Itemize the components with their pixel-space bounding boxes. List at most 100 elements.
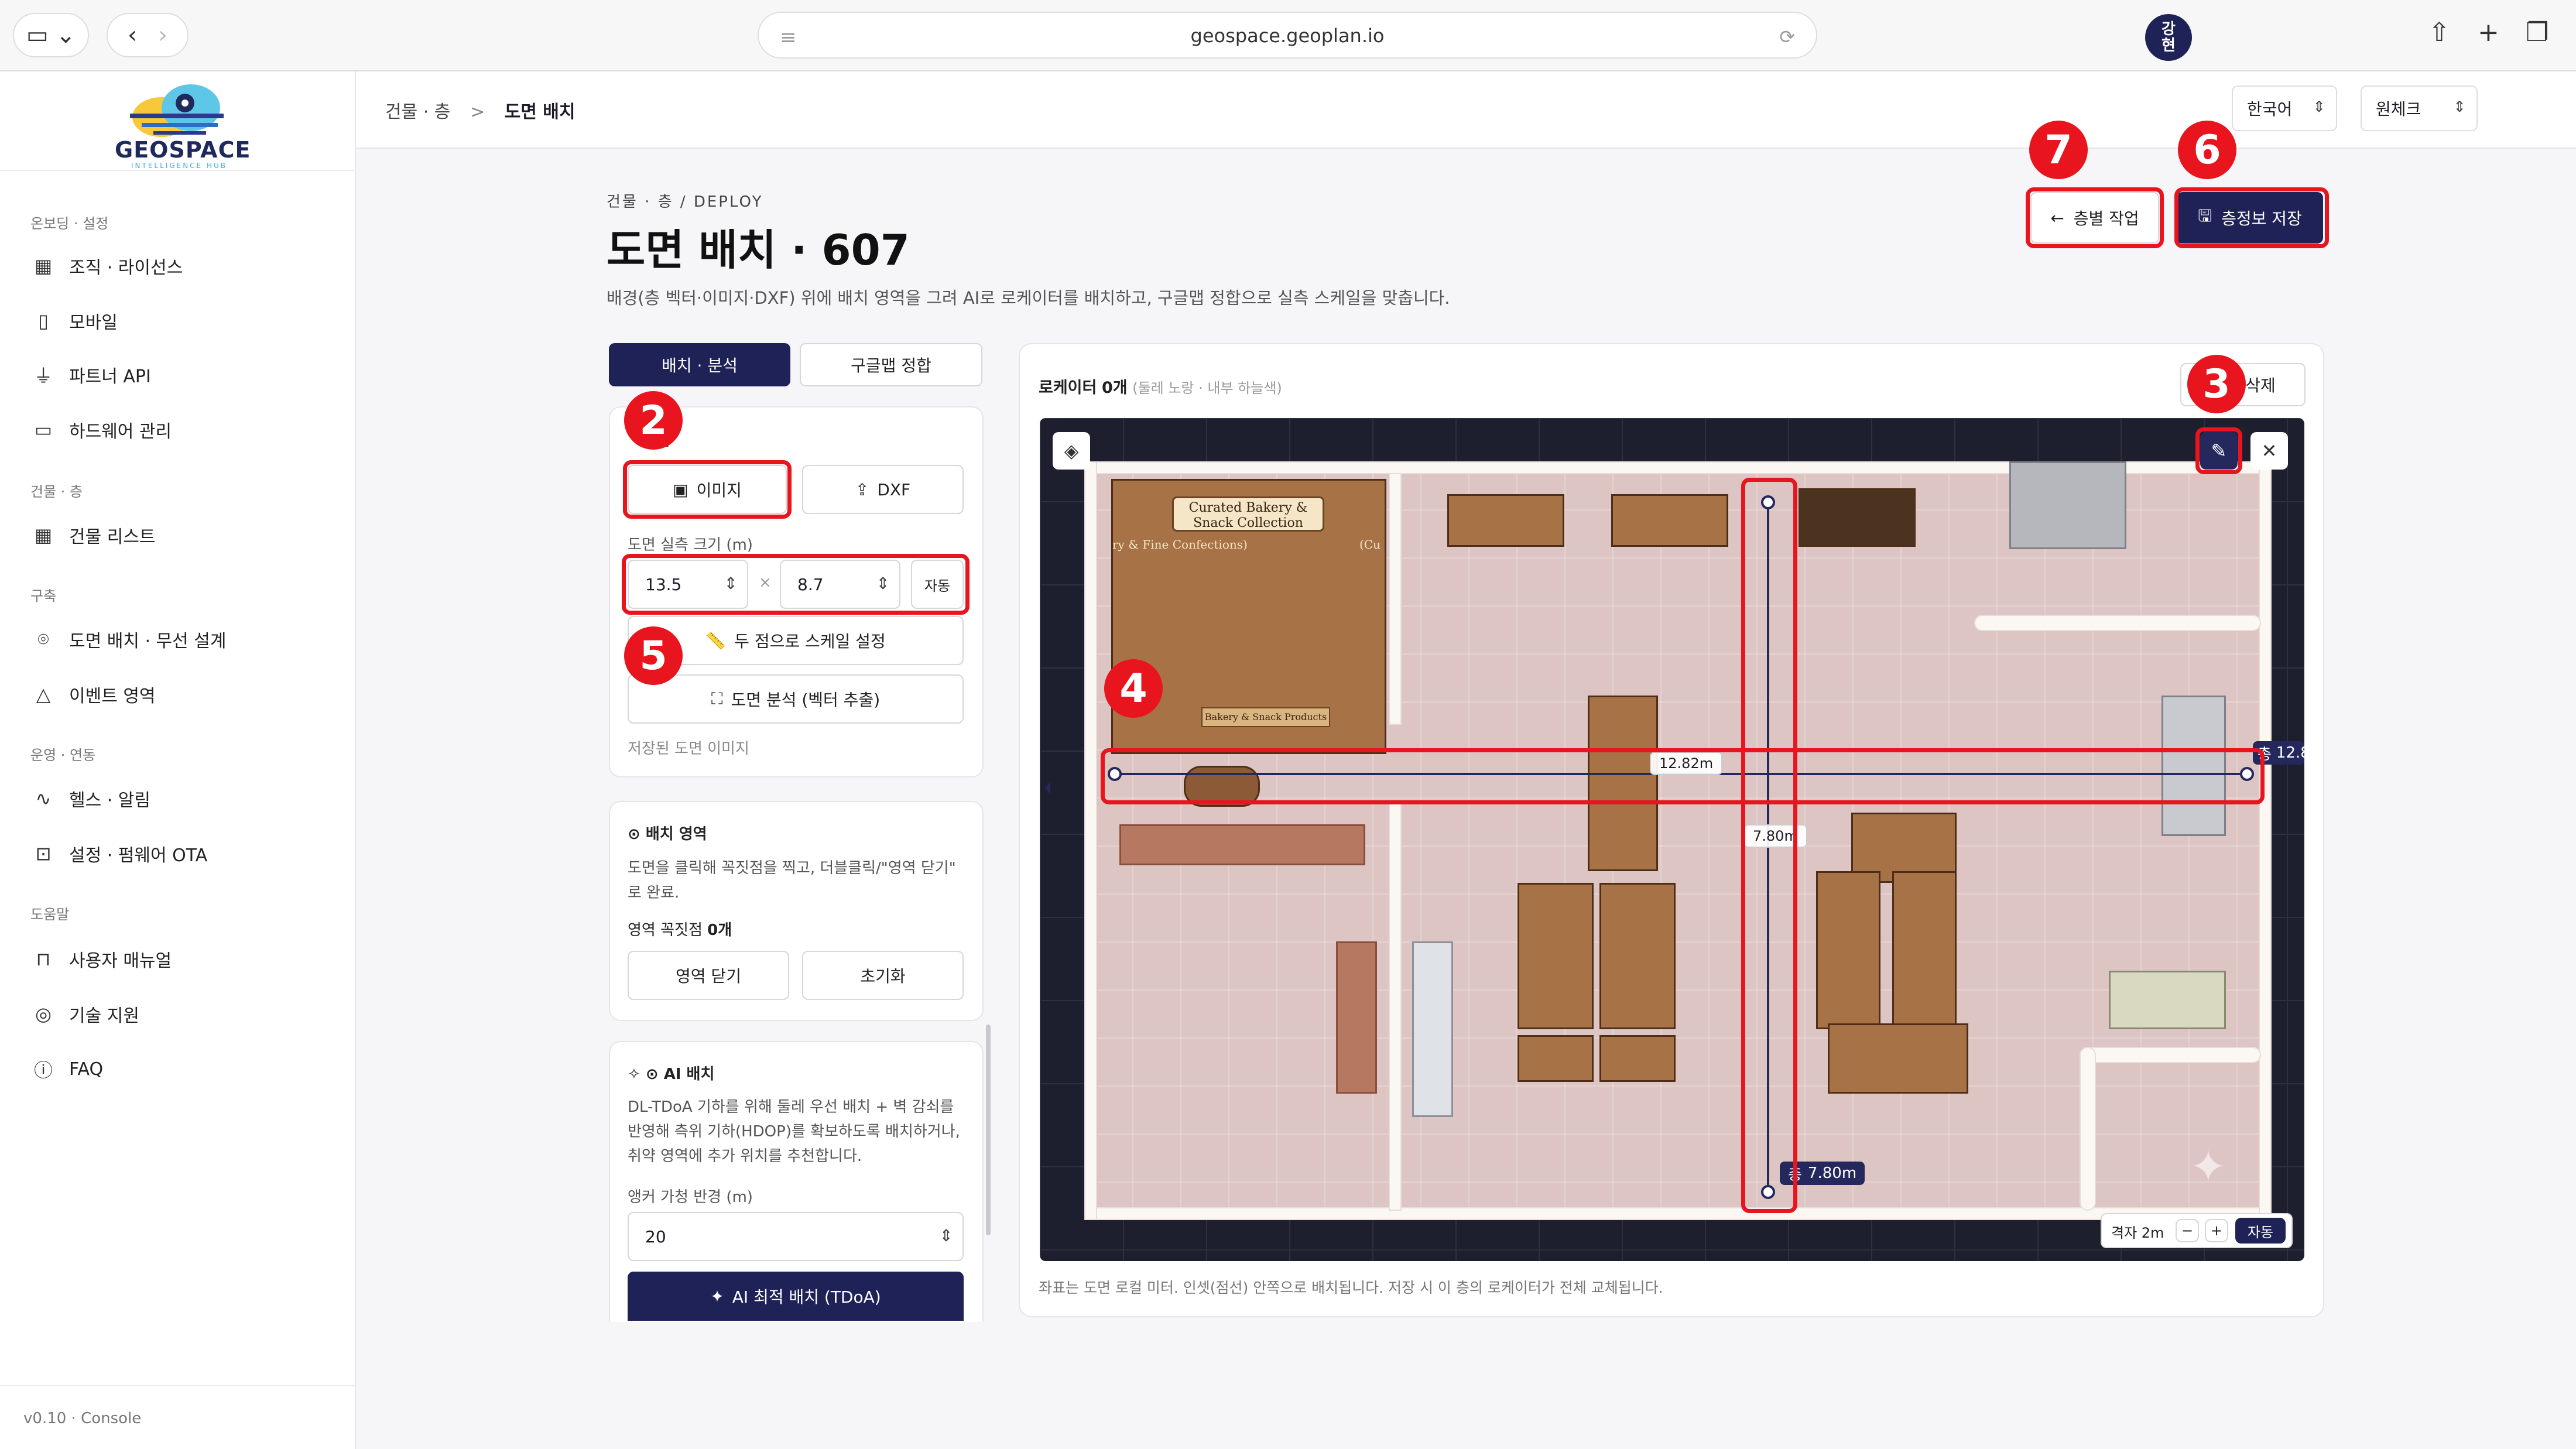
magic-wand-icon: ✦ xyxy=(710,1286,724,1306)
zoom-out-button[interactable]: − xyxy=(2176,1219,2199,1242)
share-icon[interactable]: ⇧ xyxy=(2428,18,2450,47)
annotation-7: 7 xyxy=(2029,121,2088,179)
forward-arrow-icon[interactable]: › xyxy=(158,22,167,49)
map-footer-note: 좌표는 도면 로컬 미터. 인셋(점선) 안쪽으로 배치됩니다. 저장 시 이 … xyxy=(1039,1279,1663,1296)
wall-inner-1 xyxy=(1389,473,1402,725)
breadcrumb: 건물 · 층 > 도면 배치 xyxy=(385,97,576,123)
wall-inner-2 xyxy=(1389,801,1402,1211)
dxf-button-label: DXF xyxy=(877,479,911,499)
locator-count: 0개 xyxy=(1101,379,1128,397)
panel-scrollbar[interactable] xyxy=(986,1025,991,1235)
saved-image-note: 저장된 도면 이미지 xyxy=(628,740,749,758)
sidebar-item-support[interactable]: ◎ 기술 지원 xyxy=(30,996,139,1032)
sidebar-item-firmware[interactable]: ⊡ 설정 · 펌웨어 OTA xyxy=(30,836,208,871)
section-deploy: 구축 xyxy=(30,588,57,604)
auto-zoom-label: 자동 xyxy=(2247,1224,2274,1241)
tab-google-map[interactable]: 구글맵 정합 xyxy=(800,343,982,386)
close-area-label: 영역 닫기 xyxy=(676,967,741,986)
building-icon: ▦ xyxy=(34,255,53,277)
sidebar-item-faq[interactable]: ⓘ FAQ xyxy=(30,1051,103,1087)
sidebar-item-hardware[interactable]: ▭ 하드웨어 관리 xyxy=(30,412,172,447)
highlight-ruler-tool xyxy=(2195,427,2242,474)
breadcrumb-current: 도면 배치 xyxy=(504,102,576,122)
sidebar-item-label: 하드웨어 관리 xyxy=(69,422,172,442)
upload-icon: ⇪ xyxy=(855,479,869,499)
shelf-2 xyxy=(1611,494,1728,547)
auto-zoom-button[interactable]: 자동 xyxy=(2235,1218,2286,1244)
wall-counter-2 xyxy=(2080,1047,2261,1063)
annotation-4: 4 xyxy=(1104,659,1163,718)
lifebuoy-icon: ◎ xyxy=(35,1003,52,1025)
radius-input[interactable]: 20 ⇕ xyxy=(628,1212,964,1261)
sparkle-icon: ✧ ⊙ xyxy=(628,1066,664,1083)
screen-stand xyxy=(2109,971,2226,1029)
zoom-in-button[interactable]: + xyxy=(2205,1219,2228,1242)
annotation-2: 2 xyxy=(624,391,683,450)
tab-deploy-analyze[interactable]: 배치 · 분석 xyxy=(609,343,790,386)
language-select[interactable]: 한국어 ⇕ xyxy=(2232,85,2337,131)
stepper-icon[interactable]: ⇕ xyxy=(940,1226,953,1245)
layers-button[interactable]: ◈ xyxy=(1053,432,1090,470)
shelf-10 xyxy=(1816,871,1880,1029)
sidebar-item-building-list[interactable]: ▦ 건물 리스트 xyxy=(30,518,156,553)
tab-label: 배치 · 분석 xyxy=(662,356,738,375)
url-text: geospace.geoplan.io xyxy=(1190,25,1385,47)
logo[interactable]: GEOSPACE INTELLIGENCE HUB xyxy=(115,76,250,170)
vertex-value: 0개 xyxy=(707,922,732,939)
sidebar-item-org[interactable]: ▦ 조직 · 라이선스 xyxy=(30,248,183,283)
sidebar-item-label: 건물 리스트 xyxy=(69,527,156,547)
radius-label: 앵커 가청 반경 (m) xyxy=(628,1188,753,1206)
new-tab-icon[interactable]: + xyxy=(2478,18,2499,47)
breadcrumb-separator: > xyxy=(470,102,485,122)
ai-run-label: AI 최적 배치 (TDoA) xyxy=(732,1287,881,1307)
plug-icon: ⏚ xyxy=(33,365,53,387)
radius-value: 20 xyxy=(645,1227,666,1246)
book-icon: ⊓ xyxy=(36,948,51,970)
version-label: v0.10 · Console xyxy=(23,1410,142,1427)
nav-buttons[interactable]: ‹ › xyxy=(107,13,189,57)
sidebar-item-event-area[interactable]: △ 이벤트 영역 xyxy=(30,677,156,712)
page-title: 도면 배치 · 607 xyxy=(607,225,910,275)
wall-right xyxy=(2259,461,2272,1220)
sidebar-toggle-button[interactable]: ▭ ⌄ xyxy=(13,13,89,57)
avatar[interactable]: 강 현 xyxy=(2145,14,2192,61)
floor-plan-image[interactable]: Curated Bakery & Snack Collection ry & F… xyxy=(1084,461,2272,1220)
upload-dxf-button[interactable]: ⇪ DXF xyxy=(802,465,964,514)
hardware-icon: ▭ xyxy=(34,419,53,441)
wall-left xyxy=(1084,461,1097,1220)
analyze-floor-button[interactable]: ⛶ 도면 분석 (벡터 추출) xyxy=(628,674,964,724)
layers-icon: ◈ xyxy=(1064,440,1079,462)
sidebar-item-label: 기술 지원 xyxy=(69,1006,139,1026)
building-list-icon: ▦ xyxy=(34,524,53,546)
sidebar-item-manual[interactable]: ⊓ 사용자 매뉴얼 xyxy=(30,941,172,977)
close-tool-button[interactable]: ✕ xyxy=(2250,432,2288,470)
close-area-button[interactable]: 영역 닫기 xyxy=(628,951,789,1000)
page-description: 배경(층 벡터·이미지·DXF) 위에 배치 영역을 그려 AI로 로케이터를 … xyxy=(607,288,1450,308)
translate-reload-icon[interactable]: ⟳ xyxy=(1779,26,1795,48)
highlight-image-button xyxy=(623,460,792,519)
ai-title: ✧ ⊙ AI 배치 xyxy=(628,1062,714,1084)
breadcrumb-parent[interactable]: 건물 · 층 xyxy=(385,102,450,122)
wall-bottom xyxy=(1084,1207,2272,1220)
sidebar-divider xyxy=(0,170,356,171)
annotation-3: 3 xyxy=(2187,355,2246,413)
reset-area-button[interactable]: 초기화 xyxy=(802,951,964,1000)
sidebar-item-health[interactable]: ∿ 헬스 · 알림 xyxy=(30,781,150,816)
sidebar-item-label: FAQ xyxy=(69,1059,104,1080)
sidebar-item-mobile[interactable]: ▯ 모바일 xyxy=(30,303,118,338)
address-bar[interactable]: ≡ geospace.geoplan.io ⟳ xyxy=(758,12,1817,59)
sidebar-item-label: 모바일 xyxy=(69,313,118,333)
scan-icon: ⛶ xyxy=(711,689,723,708)
section-ops: 운영 · 연동 xyxy=(30,747,96,763)
org-select[interactable]: 원체크 ⇕ xyxy=(2361,85,2478,131)
ai-optimal-button[interactable]: ✦ AI 최적 배치 (TDoA) xyxy=(628,1272,964,1321)
chevron-updown-icon: ⇕ xyxy=(2453,98,2466,116)
sidebar-item-floor-deploy[interactable]: ⌾ 도면 배치 · 무선 설계 xyxy=(30,622,226,657)
sidebar-item-partner-api[interactable]: ⏚ 파트너 API xyxy=(30,357,151,392)
vertex-count: 영역 꼭짓점 0개 xyxy=(628,918,732,940)
total-value: 12.8 xyxy=(2276,744,2304,762)
area-title-text: 배치 영역 xyxy=(645,825,707,843)
tab-label: 구글맵 정합 xyxy=(851,356,931,375)
back-arrow-icon[interactable]: ‹ xyxy=(128,22,137,49)
tabs-icon[interactable]: ❐ xyxy=(2526,18,2548,47)
